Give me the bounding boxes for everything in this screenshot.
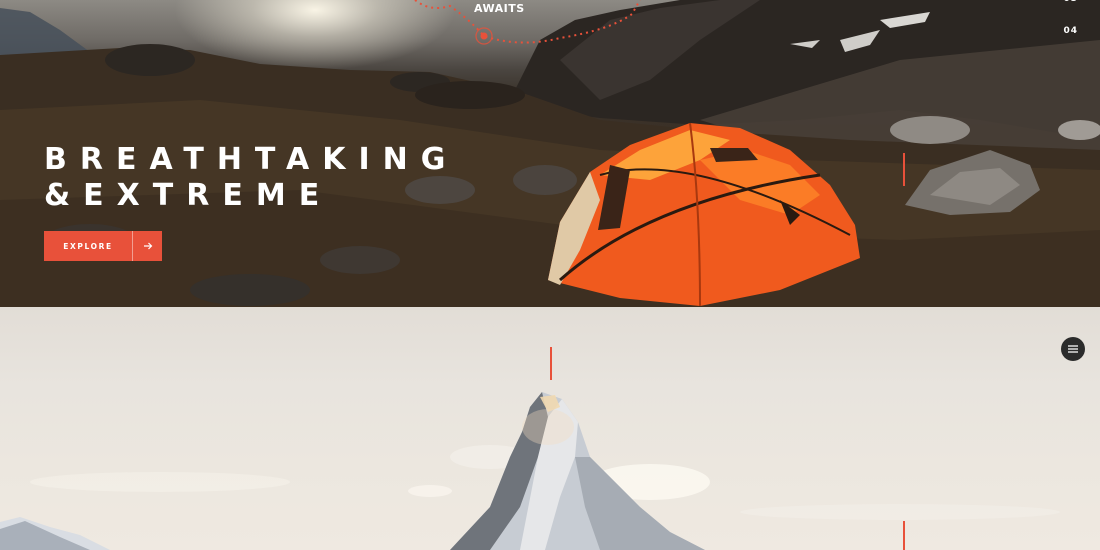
hero-title-line-2: &EXTREME [44, 178, 333, 213]
hero-section: AWAITS 03 04 BREATHTAKING &EXTREME EXPLO… [0, 0, 1100, 307]
peak-accent-line-bottom [903, 521, 905, 550]
slide-number-03[interactable]: 03 [1063, 0, 1078, 4]
menu-button[interactable] [1061, 337, 1085, 361]
route-label: AWAITS [474, 2, 525, 15]
mountain-background-image [0, 392, 1060, 550]
explore-button[interactable]: EXPLORE [44, 231, 162, 261]
mountain-section [0, 307, 1100, 550]
explore-button-label: EXPLORE [63, 241, 113, 251]
arrow-right-icon [132, 231, 162, 261]
hero-title: BREATHTAKING &EXTREME [44, 142, 458, 214]
hero-title-line-1: BREATHTAKING [44, 142, 459, 177]
hamburger-menu-icon [1068, 340, 1078, 358]
hero-accent-line [903, 153, 905, 186]
peak-accent-line-top [550, 347, 552, 380]
slide-number-04[interactable]: 04 [1063, 26, 1078, 36]
